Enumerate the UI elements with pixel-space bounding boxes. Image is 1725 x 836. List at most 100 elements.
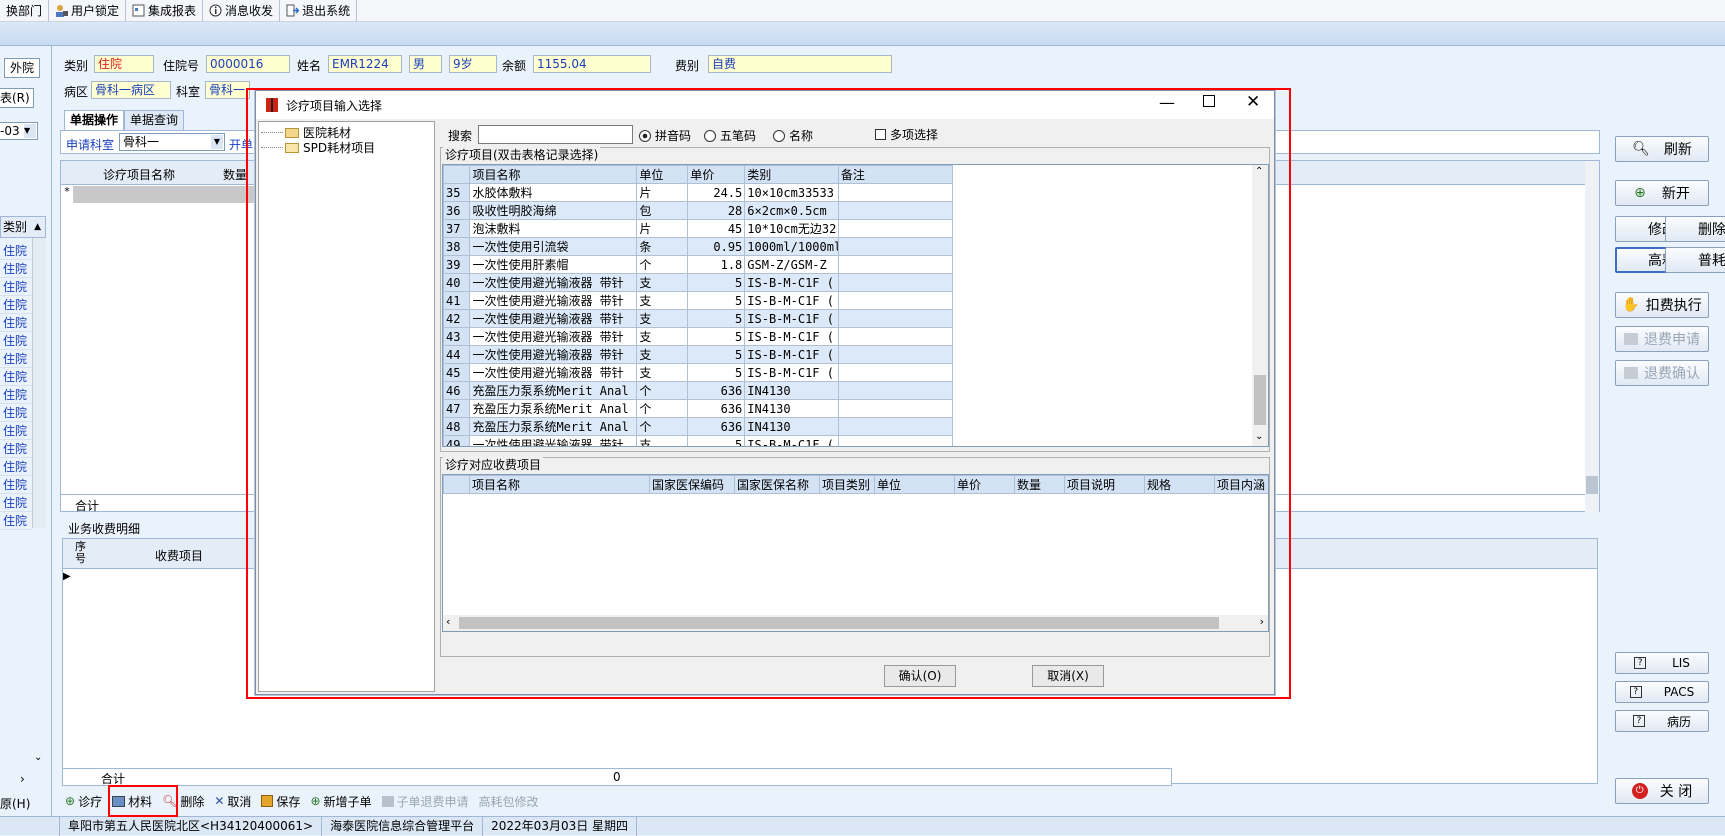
patient-type-cell[interactable]: 住院: [0, 314, 32, 332]
hand-icon: ✋: [1622, 297, 1640, 313]
new-button[interactable]: ⊕ 新开: [1615, 180, 1709, 206]
medical-record-button[interactable]: ? 病历: [1615, 710, 1709, 732]
delete-order-button[interactable]: 删除: [1665, 216, 1725, 242]
patient-type-cell[interactable]: 住院: [0, 332, 32, 350]
refresh-button[interactable]: 🔍︎ 刷新: [1615, 136, 1709, 162]
left-scrollbar[interactable]: [32, 238, 46, 528]
col-quantity: 数量: [223, 168, 248, 182]
close-icon: ✕: [214, 794, 225, 808]
highlight-box-dialog: [246, 88, 1291, 699]
button-label: 高耗包修改: [478, 794, 539, 809]
status-date: 2022年03月03日 星期四: [483, 816, 638, 836]
patient-type-cell[interactable]: 住院: [0, 422, 32, 440]
fee-type-label: 费别: [675, 59, 700, 73]
button-label: 退费申请: [1644, 332, 1700, 348]
menu-reports[interactable]: 集成报表: [126, 0, 204, 22]
button-label: 扣费执行: [1645, 298, 1702, 314]
patient-type-cell[interactable]: 住院: [0, 476, 32, 494]
apply-dept-value: 骨科一: [123, 135, 160, 149]
patient-type-cell[interactable]: 住院: [0, 260, 32, 278]
tab-query[interactable]: 单据查询: [124, 110, 185, 130]
patient-type-cell[interactable]: 住院: [0, 296, 32, 314]
fee-detail-title: 业务收费明细: [68, 522, 141, 536]
exit-icon: [286, 4, 300, 17]
refund-confirm-button[interactable]: 退费确认: [1615, 360, 1709, 386]
order-scrollbar[interactable]: [1585, 161, 1599, 513]
new-sub-order-button[interactable]: ⊕ 新增子单: [305, 790, 376, 812]
lis-button[interactable]: ? LIS: [1615, 652, 1709, 674]
patient-type-cell[interactable]: 住院: [0, 278, 32, 296]
menu-exit[interactable]: 退出系统: [280, 0, 358, 22]
sex-field: 男: [409, 55, 442, 73]
high-pack-edit-button[interactable]: 高耗包修改: [474, 790, 544, 812]
fee-total-value: 0: [613, 770, 621, 784]
patient-type-cell[interactable]: 住院: [0, 458, 32, 476]
left-panel: 外院 表(R) -03 ▼ 类别 ▲ 住院 住院 住院 住院 住院 住院 住院 住院 住院 住院 住院住…: [0, 46, 52, 816]
button-label: 取消: [227, 794, 252, 809]
chevron-down-icon: ▼: [24, 124, 36, 138]
button-label: 保存: [276, 794, 301, 809]
restore-button[interactable]: 原(H): [0, 794, 40, 814]
patient-type-cell[interactable]: 住院: [0, 242, 32, 260]
help-icon: ?: [1634, 657, 1647, 669]
chevron-right-icon[interactable]: ›: [20, 772, 25, 786]
refund-apply-button[interactable]: 退费申请: [1615, 326, 1709, 352]
inpatient-no-field[interactable]: 0000016: [206, 55, 290, 73]
close-button[interactable]: ⏻ 关 闭: [1615, 778, 1709, 804]
refund-icon: [1624, 367, 1638, 379]
dept-label: 科室: [176, 85, 201, 99]
treatment-button[interactable]: ⊕ 诊疗: [60, 790, 107, 812]
patient-type-cell[interactable]: 住院: [0, 512, 32, 530]
highlight-box-material: [108, 785, 178, 817]
apply-dept-select[interactable]: 骨科一 ▼: [119, 133, 225, 151]
normal-consumable-button[interactable]: 普耗: [1665, 247, 1725, 273]
fee-total-row: 合计 0: [62, 768, 1172, 786]
menu-switch-dept[interactable]: 换部门: [0, 0, 50, 22]
button-label: 新开: [1661, 186, 1690, 202]
menu-label: 消息收发: [225, 4, 274, 18]
date-select[interactable]: -03 ▼: [0, 122, 38, 140]
inpatient-no-label: 住院号: [163, 59, 200, 73]
execute-charge-button[interactable]: ✋ 扣费执行: [1615, 292, 1709, 318]
col-item-name: 诊疗项目名称: [103, 168, 176, 182]
pacs-button[interactable]: ? PACS: [1615, 681, 1709, 703]
tab-operations[interactable]: 单据操作: [64, 110, 125, 130]
chevron-down-icon[interactable]: ⌄: [34, 752, 42, 763]
patient-type-cell[interactable]: 住院: [0, 440, 32, 458]
patient-type-cell[interactable]: 住院: [0, 404, 32, 422]
ribbon-bar: [0, 22, 1725, 46]
add-icon: ⊕: [1634, 185, 1646, 201]
type-header-label: 类别: [3, 220, 28, 234]
apply-dept-label: 申请科室: [66, 138, 115, 152]
button-label: PACS: [1663, 685, 1695, 699]
button-label: 刷新: [1663, 142, 1692, 158]
fee-type-field: 自费: [708, 55, 892, 73]
name-field: EMR1224: [328, 55, 402, 73]
button-label: 诊疗: [78, 794, 103, 809]
patient-type-cell[interactable]: 住院: [0, 386, 32, 404]
patient-type-cell[interactable]: 住院: [0, 494, 32, 512]
patient-type-cell[interactable]: 住院: [0, 368, 32, 386]
outpatient-button[interactable]: 外院: [4, 58, 40, 78]
total-label: 合计: [75, 499, 100, 513]
type-label: 类别: [64, 59, 89, 73]
menu-messages[interactable]: 消息收发: [203, 0, 281, 22]
button-label: LIS: [1672, 656, 1690, 670]
search-icon: 🔍︎: [1632, 141, 1650, 157]
status-hospital: 阜阳市第五人民医院北区<H34120400061>: [60, 816, 323, 836]
age-field: 9岁: [449, 55, 497, 73]
sub-refund-button[interactable]: 子单退费申请: [377, 790, 474, 812]
new-row-marker: *: [64, 185, 70, 198]
patient-type-cell[interactable]: 住院: [0, 350, 32, 368]
add-icon: ⊕: [65, 794, 76, 808]
menu-user-lock[interactable]: 用户锁定: [49, 0, 127, 22]
table-button[interactable]: 表(R): [0, 88, 34, 108]
patient-list[interactable]: 住院 住院 住院 住院 住院 住院 住院 住院 住院 住院 住院 住院 住院 住院 住院 住院: [0, 242, 32, 532]
save-icon: [261, 795, 274, 807]
cancel-button[interactable]: ✕ 取消: [209, 790, 256, 812]
save-button[interactable]: 保存: [256, 790, 305, 812]
ward-label: 病区: [64, 85, 89, 99]
ward-field: 骨科一病区: [91, 81, 171, 99]
new-row[interactable]: [73, 186, 273, 203]
type-field: 住院: [94, 55, 154, 73]
